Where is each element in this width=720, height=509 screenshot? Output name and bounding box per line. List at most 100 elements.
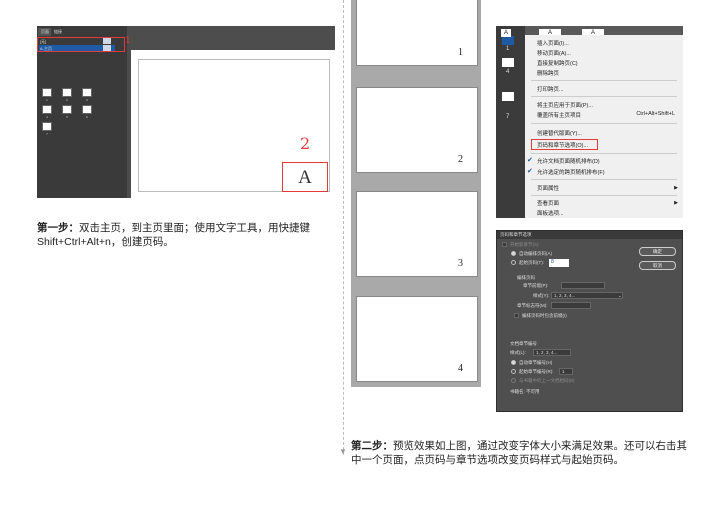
page-thumb[interactable] xyxy=(502,92,514,101)
checkmark-icon: ✔ xyxy=(527,168,533,175)
page-thumb-2[interactable] xyxy=(62,88,72,97)
page-thumb-5[interactable] xyxy=(62,105,72,114)
chapter-style-select[interactable]: 1, 2, 3, 4... xyxy=(533,349,571,356)
menu-item-shortcut: Ctrl+Alt+Shift+L xyxy=(636,111,675,117)
chevron-down-icon: ⌄ xyxy=(618,293,622,298)
preview-page: 2 xyxy=(356,87,478,173)
menu-separator xyxy=(531,195,677,196)
step2-heading: 第二步： xyxy=(351,440,393,452)
menu-item-panel-options[interactable]: 面板选项... xyxy=(537,209,564,217)
same-as-prev-radio[interactable] xyxy=(511,378,516,383)
start-chapter-input[interactable]: 1 xyxy=(559,368,573,375)
numbering-group-label: 编排页码 xyxy=(517,275,535,280)
arrow-down-icon: ▼ xyxy=(339,447,347,456)
start-chapter-label: 起始章节编号(R): xyxy=(519,369,554,374)
menu-item-duplicate-spread[interactable]: 直接复制跨页(C) xyxy=(537,59,578,67)
auto-chapter-label: 自动章节编号(H) xyxy=(519,360,553,365)
start-section-checkbox[interactable] xyxy=(502,242,507,247)
step1-heading: 第一步： xyxy=(37,222,79,234)
context-menu-screenshot: 1 4 7 A A A 插入页面(I)... 移动页面(A)... 直接复制跨页… xyxy=(496,26,683,218)
numbering-section-dialog: 页码和章节选项 开始新章节(S) 自动编排页码(A) 起始页码(T): 8 编排… xyxy=(496,230,683,412)
style-select[interactable]: 1, 2, 3, 4... xyxy=(551,292,623,299)
step2-text: 预览效果如上图，通过改变字体大小来满足效果。还可以右击其中一个页面，点页码与章节… xyxy=(351,440,687,466)
submenu-arrow-icon: ▶ xyxy=(674,185,678,191)
page-thumb-1[interactable] xyxy=(42,88,52,97)
menu-item-print-spread[interactable]: 打印跨页... xyxy=(537,85,564,93)
preview-page-number: 3 xyxy=(458,258,463,269)
preview-page: 3 xyxy=(356,191,478,277)
master-label: A xyxy=(501,29,511,37)
page-thumb-7[interactable] xyxy=(42,122,52,131)
cancel-button[interactable]: 取消 xyxy=(639,261,676,270)
menu-separator xyxy=(531,96,677,97)
menu-item-delete-spread[interactable]: 删除跨页 xyxy=(537,69,559,77)
menu-item-allow-spread-shuffle[interactable]: 允许选定的跨页随机排布(F) xyxy=(537,168,605,176)
menu-separator xyxy=(531,80,677,81)
book-name-label: 书籍名: 不可用 xyxy=(510,389,540,394)
step1-caption: 第一步：双击主页，到主页里面；使用文字工具，用快捷键Shift+Ctrl+Alt… xyxy=(37,221,337,249)
doc-chapter-group-label: 文档章节编号 xyxy=(510,341,537,346)
checkmark-icon: ✔ xyxy=(527,157,533,164)
section-marker-input[interactable] xyxy=(551,302,591,309)
menu-item-move-pages[interactable]: 移动页面(A)... xyxy=(537,49,571,57)
start-page-label: 起始页码(T): xyxy=(519,260,544,265)
menu-separator xyxy=(531,123,677,124)
preview-page: 1 xyxy=(356,0,478,66)
menu-item-insert-pages[interactable]: 插入页面(I)... xyxy=(537,39,569,47)
start-page-input[interactable]: 8 xyxy=(549,259,569,267)
start-page-radio[interactable] xyxy=(511,260,516,265)
dialog-title: 页码和章节选项 xyxy=(497,231,682,239)
page-thumb-number: 3 xyxy=(86,98,88,102)
auto-page-radio[interactable] xyxy=(511,251,516,256)
preview-page: 4 xyxy=(356,296,478,382)
section-prefix-label: 章节前缀(P): xyxy=(523,283,549,288)
menu-separator xyxy=(531,153,677,154)
start-section-label: 开始新章节(S) xyxy=(510,242,539,247)
step2-caption: 第二步：预览效果如上图，通过改变字体大小来满足效果。还可以右击其中一个页面，点页… xyxy=(351,439,691,467)
highlight-box-master xyxy=(37,37,125,52)
page-number-label: 7 xyxy=(506,114,510,120)
page-thumb-selected[interactable] xyxy=(502,36,514,45)
context-menu: 插入页面(I)... 移动页面(A)... 直接复制跨页(C) 删除跨页 打印跨… xyxy=(525,35,683,218)
include-prefix-label: 编排页码时包含前缀(I) xyxy=(522,313,567,318)
page-thumb-number: 2 xyxy=(66,98,68,102)
highlight-box-numbering-options xyxy=(531,139,598,150)
page-thumb-number: 5 xyxy=(66,115,68,119)
menu-item-create-alternate-layout[interactable]: 创建替代版面(Y)... xyxy=(537,129,582,137)
page-number-marker[interactable]: A xyxy=(282,164,328,192)
auto-page-label: 自动编排页码(A) xyxy=(519,251,552,256)
start-chapter-radio[interactable] xyxy=(511,369,516,374)
ok-button[interactable]: 确定 xyxy=(639,247,676,256)
section-marker-label: 章节标志符(M): xyxy=(517,303,548,308)
annotation-number: 1 xyxy=(125,36,131,46)
preview-page-number: 1 xyxy=(458,47,463,58)
menu-item-allow-doc-shuffle[interactable]: 允许文档页面随机排布(D) xyxy=(537,157,600,165)
menu-item-page-attributes[interactable]: 页面属性 xyxy=(537,184,559,192)
page-thumb-6[interactable] xyxy=(82,105,92,114)
page-thumb-number: 1 xyxy=(46,98,48,102)
page-number-label: 1 xyxy=(506,46,510,52)
page-number-label: 4 xyxy=(506,69,510,75)
menu-separator xyxy=(531,179,677,180)
preview-page-number: 2 xyxy=(458,154,463,165)
menu-item-apply-master[interactable]: 将主页应用于页面(P)... xyxy=(537,101,593,109)
menu-item-view-pages[interactable]: 查看页面 xyxy=(537,199,559,207)
page-thumb-3[interactable] xyxy=(82,88,92,97)
annotation-number: 2 xyxy=(300,134,311,153)
submenu-arrow-icon: ▶ xyxy=(674,200,678,206)
include-prefix-checkbox[interactable] xyxy=(514,313,519,318)
panel-tab-links[interactable]: 链接 xyxy=(51,28,65,36)
chapter-style-label: 样式(L): xyxy=(510,350,526,355)
page-thumb-4[interactable] xyxy=(42,105,52,114)
pages-panel-strip: 1 4 7 xyxy=(496,26,525,218)
section-prefix-input[interactable] xyxy=(561,282,605,289)
indesign-workspace-screenshot: 页面 链接 [无] A-主页 1 2 3 4 5 6 7 1 2 A xyxy=(37,26,335,198)
page-preview-screenshot: 1 2 3 4 xyxy=(351,0,481,387)
page-thumb[interactable] xyxy=(502,58,514,67)
menu-item-override-master-items[interactable]: 覆盖所有主页项目 xyxy=(537,111,581,119)
panel-tab-pages[interactable]: 页面 xyxy=(38,28,52,36)
style-label: 样式(Y): xyxy=(533,293,550,298)
page-thumb-number: 4 xyxy=(46,115,48,119)
vertical-divider xyxy=(343,0,344,455)
auto-chapter-radio[interactable] xyxy=(511,360,516,365)
